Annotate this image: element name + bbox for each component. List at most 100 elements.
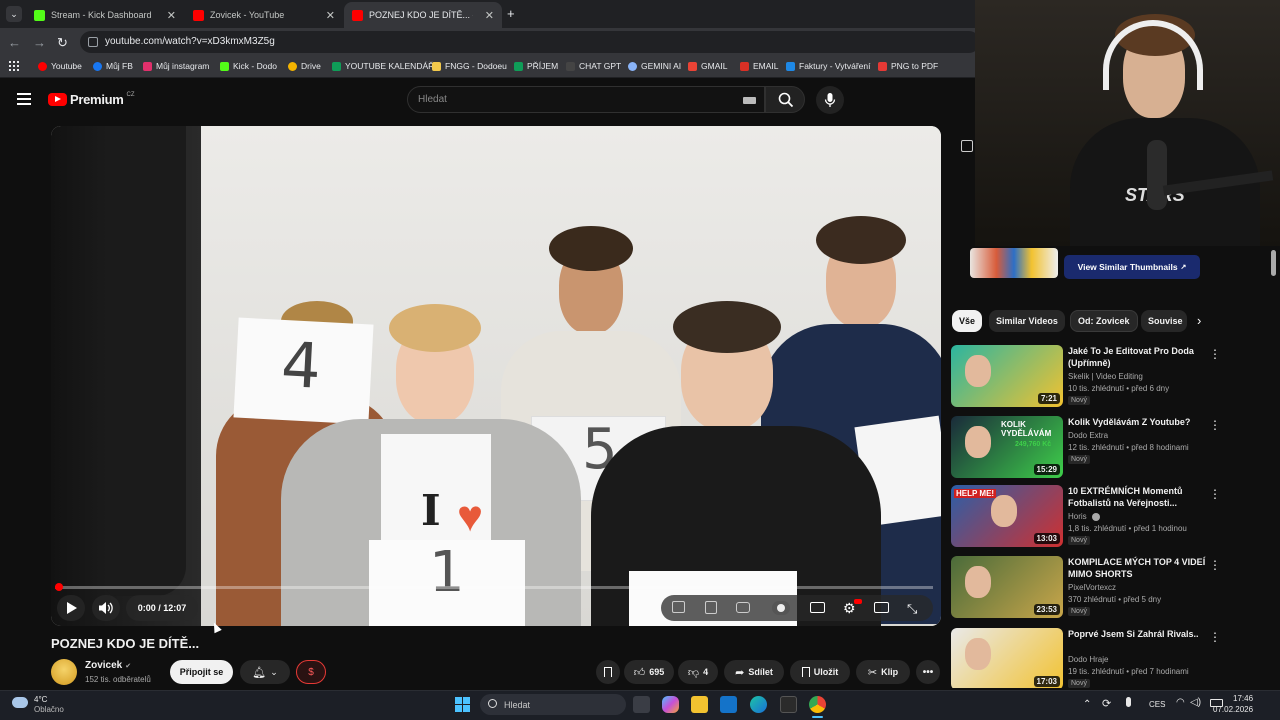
dislike-button[interactable]: 👎︎ 4 — [678, 660, 718, 684]
channel-name-row[interactable]: Zovicek ✔ — [85, 660, 131, 671]
recommendation-title[interactable]: KOMPILACE MÝCH TOP 4 VIDEÍ MIMO SHORTS — [1068, 556, 1208, 580]
more-vertical-icon[interactable]: ⋮ — [1209, 558, 1221, 572]
file-explorer-icon[interactable] — [691, 696, 708, 713]
weather-text[interactable]: Oblačno — [34, 705, 64, 714]
bookmark-item[interactable]: EMAIL — [740, 61, 779, 71]
url-text[interactable]: youtube.com/watch?v=xD3kmxM3Z5g — [105, 36, 275, 47]
video-thumbnail[interactable]: 7:21 — [951, 345, 1063, 407]
bookmark-item[interactable]: Youtube — [38, 61, 82, 71]
like-button[interactable]: 👍︎ 695 — [624, 660, 674, 684]
video-thumbnail[interactable]: 17:03 — [951, 628, 1063, 688]
notification-bell-button[interactable]: 🔔︎ ⌄ — [240, 660, 290, 684]
save-button[interactable]: Uložit — [790, 660, 850, 684]
recommendation-channel[interactable]: Skelik | Video Editing — [1068, 372, 1143, 381]
video-player[interactable]: 4 5 I ♥ 1 — [51, 126, 941, 626]
clock-time[interactable]: 17:46 — [1233, 694, 1253, 703]
thumbnail-tool-icon[interactable] — [672, 601, 685, 613]
new-tab-button[interactable]: + — [507, 6, 515, 21]
bookmark-item[interactable]: FNGG - Dodoeu — [432, 61, 507, 71]
recommendation-title[interactable]: Kolik Vydělávám Z Youtube? — [1068, 416, 1208, 428]
play-button[interactable] — [57, 595, 85, 621]
bookmark-item[interactable]: GEMINI AI — [628, 61, 681, 71]
autoplay-toggle[interactable] — [772, 601, 790, 615]
recommendation-item[interactable]: HELP ME! 13:03 10 EXTRÉMNÍCH Momentů Fotba… — [951, 485, 1271, 549]
bookmark-item[interactable]: CHAT GPT — [566, 61, 621, 71]
browser-tab-youtube-channel[interactable]: Zovicek - YouTube ✕ — [185, 2, 343, 28]
task-view-icon[interactable] — [633, 696, 650, 713]
bookmark-item[interactable]: YOUTUBE KALENDÁŘ — [332, 61, 434, 71]
channel-name[interactable]: Zovicek — [85, 660, 122, 671]
close-tab-icon[interactable]: ✕ — [167, 9, 176, 22]
recommendation-title[interactable]: Jaké To Je Editovat Pro Doda (Upřímně) — [1068, 345, 1208, 369]
more-vertical-icon[interactable]: ⋮ — [1209, 487, 1221, 501]
voice-search-button[interactable] — [816, 86, 844, 114]
close-tab-icon[interactable]: ✕ — [326, 9, 335, 22]
recommendation-title[interactable]: Poprvé Jsem Si Zahrál Rivals.. — [1068, 628, 1208, 640]
chip-related[interactable]: Souvise — [1141, 310, 1187, 332]
recommendation-item[interactable]: 7:21 Jaké To Je Editovat Pro Doda (Upřímn… — [951, 345, 1271, 409]
browser-tab-kick[interactable]: Stream - Kick Dashboard ✕ — [26, 2, 184, 28]
menu-icon[interactable] — [17, 93, 31, 105]
progress-bar[interactable] — [55, 586, 933, 589]
recommendation-item[interactable]: KOLIK VYDĚLÁVÁM 249,760 Kč 15:29 Kolik Vydě… — [951, 416, 1271, 480]
recommendation-title[interactable]: 10 EXTRÉMNÍCH Momentů Fotbalistů na Veře… — [1068, 485, 1208, 509]
more-vertical-icon[interactable]: ⋮ — [1209, 347, 1221, 361]
more-actions-button[interactable]: ••• — [916, 660, 940, 684]
copilot-icon[interactable] — [662, 696, 679, 713]
bookmark-item[interactable]: Můj instagram — [143, 61, 209, 71]
channel-avatar[interactable] — [51, 659, 77, 685]
transcript-icon[interactable] — [705, 601, 717, 614]
tray-chevron-icon[interactable]: ⌃ — [1083, 699, 1091, 710]
recommendation-channel[interactable]: Dodo Hraje — [1068, 655, 1108, 664]
volume-button[interactable] — [92, 595, 120, 621]
speaker-icon[interactable]: ◁) — [1190, 697, 1201, 708]
bookmark-item[interactable]: Drive — [288, 61, 321, 71]
chrome-icon[interactable] — [809, 696, 826, 713]
recommendation-item[interactable]: 23:53 KOMPILACE MÝCH TOP 4 VIDEÍ MIMO SHO… — [951, 556, 1271, 620]
clip-button[interactable]: ✂ Klip — [856, 660, 910, 684]
sync-icon[interactable]: ⟳ — [1102, 697, 1111, 710]
theater-mode-icon[interactable] — [874, 602, 889, 613]
wifi-icon[interactable]: ◠ — [1176, 697, 1185, 708]
bookmark-item[interactable]: Můj FB — [93, 61, 133, 71]
terminal-icon[interactable] — [780, 696, 797, 713]
reload-icon[interactable]: ↻ — [57, 35, 68, 51]
bookmark-item[interactable]: PNG to PDF — [878, 61, 938, 71]
fullscreen-icon[interactable]: ⤡ — [907, 601, 917, 617]
thanks-button[interactable]: $ — [296, 660, 326, 684]
view-similar-thumbnails-button[interactable]: View Similar Thumbnails ↗ — [1064, 255, 1200, 279]
video-thumbnail[interactable]: HELP ME! 13:03 — [951, 485, 1063, 547]
edge-icon[interactable] — [750, 696, 767, 713]
screenshot-camera-icon[interactable] — [736, 602, 750, 613]
page-scrollbar[interactable] — [1271, 250, 1276, 276]
subtitles-icon[interactable] — [810, 602, 825, 613]
outlook-icon[interactable] — [720, 696, 737, 713]
join-button[interactable]: Připojit se — [170, 660, 233, 684]
chip-all[interactable]: Vše — [952, 310, 983, 332]
close-tab-icon[interactable]: ✕ — [485, 9, 494, 22]
bookmark-item[interactable]: PŘÍJEM — [514, 61, 558, 71]
video-thumbnail[interactable]: 23:53 — [951, 556, 1063, 618]
weather-icon[interactable] — [12, 697, 28, 708]
share-button[interactable]: ➦ Sdílet — [724, 660, 784, 684]
tab-search-button[interactable]: ⌄ — [6, 6, 22, 22]
browser-tab-youtube-video[interactable]: POZNEJ KDO JE DÍTĚ... - Yo ✕ — [344, 2, 502, 28]
progress-scrubber[interactable] — [55, 583, 63, 591]
keyboard-icon[interactable] — [743, 97, 756, 104]
chip-similar-videos[interactable]: Similar Videos — [989, 310, 1065, 332]
recommendation-item[interactable]: 17:03 Poprvé Jsem Si Zahrál Rivals.. Dodo … — [951, 628, 1271, 688]
more-vertical-icon[interactable]: ⋮ — [1209, 418, 1221, 432]
search-input[interactable]: Hledat — [407, 86, 765, 113]
forward-icon[interactable]: → — [33, 35, 46, 50]
taskbar-search[interactable]: Hledat — [480, 694, 626, 715]
bookmark-item[interactable]: Faktury - Vytváření — [786, 61, 870, 71]
recommendation-channel[interactable]: Horis — [1068, 512, 1087, 521]
side-panel-icon[interactable] — [961, 140, 973, 152]
back-icon[interactable]: ← — [8, 35, 21, 50]
weather-temp[interactable]: 4°C — [34, 695, 47, 704]
apps-grid-icon[interactable] — [9, 61, 19, 71]
site-info-icon[interactable] — [88, 37, 98, 47]
recommendation-channel[interactable]: Dodo Extra — [1068, 431, 1108, 440]
recommendation-channel[interactable]: PixelVortexcz — [1068, 583, 1116, 592]
bookmark-item[interactable]: Kick - Dodo — [220, 61, 277, 71]
